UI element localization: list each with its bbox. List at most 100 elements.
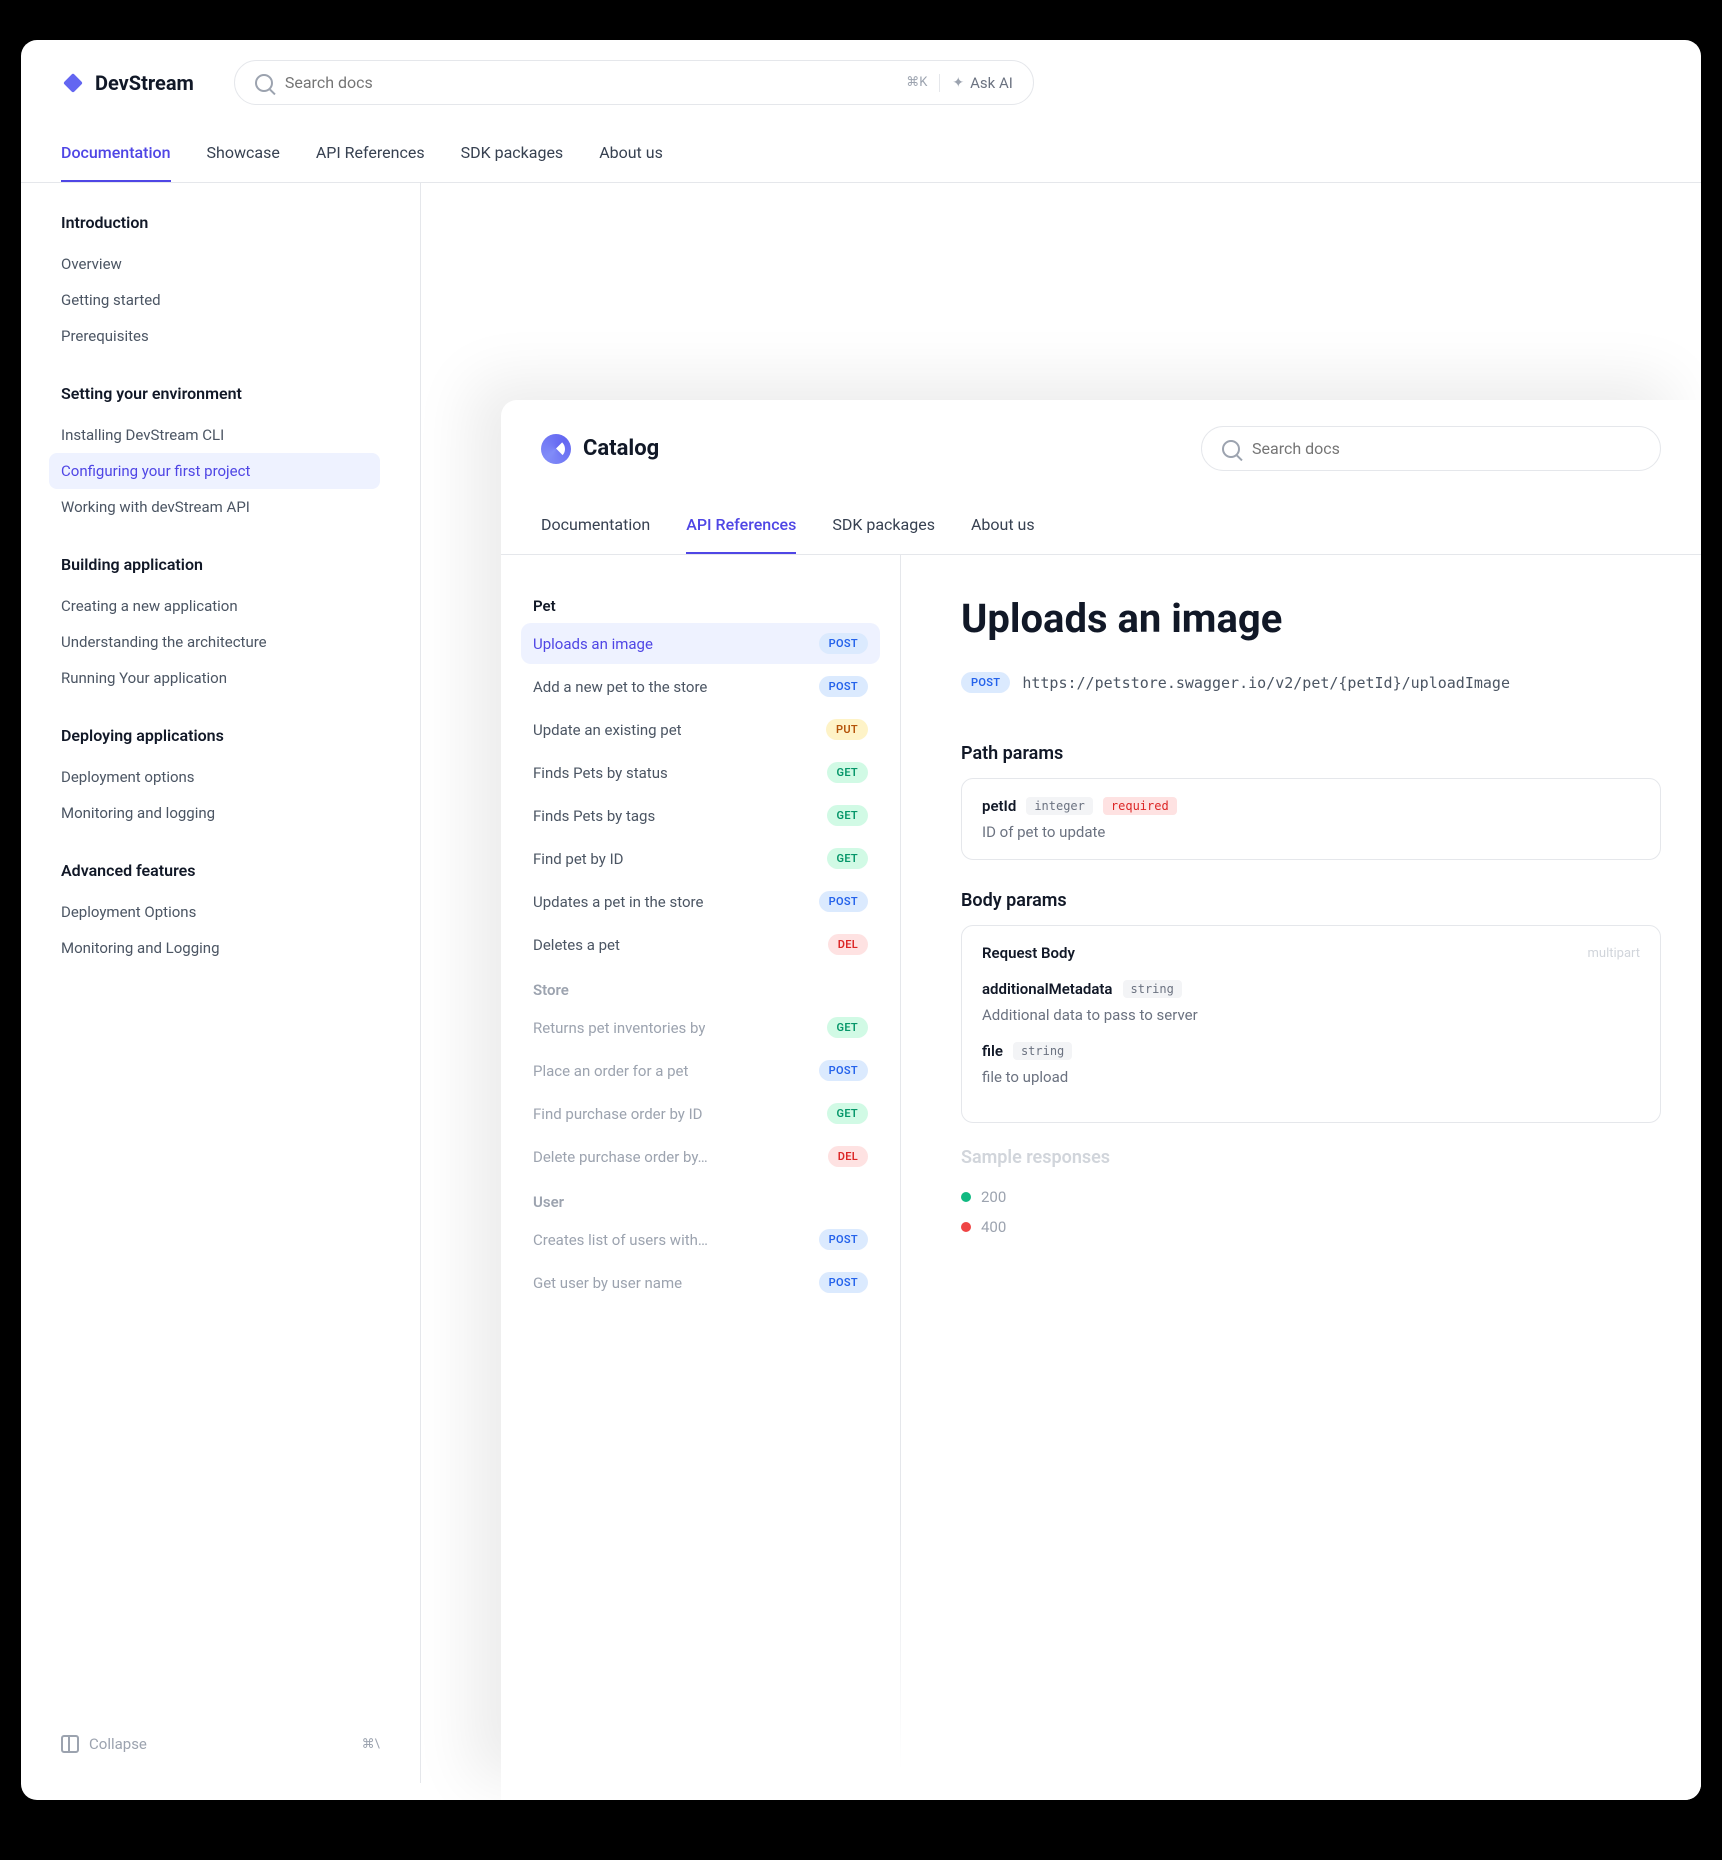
catalog-tab-api-references[interactable]: API References (686, 497, 796, 554)
sidebar-item[interactable]: Installing DevStream CLI (49, 417, 380, 453)
api-endpoint-label: Place an order for a pet (533, 1062, 688, 1080)
status-dot-icon (961, 1222, 971, 1232)
api-endpoint-item[interactable]: Find purchase order by IDGET (521, 1093, 880, 1134)
collapse-label: Collapse (89, 1735, 147, 1753)
response-code: 400 (981, 1218, 1006, 1236)
api-endpoint-label: Update an existing pet (533, 721, 682, 739)
param-type: string (1123, 980, 1182, 998)
api-endpoint-item[interactable]: Returns pet inventories byGET (521, 1007, 880, 1048)
api-endpoint-item[interactable]: Creates list of users with…POST (521, 1219, 880, 1260)
api-section-title: User (521, 1185, 880, 1219)
api-endpoint-item[interactable]: Update an existing pet PUT (521, 709, 880, 750)
sidebar-heading: Deploying applications (61, 726, 380, 745)
param-desc: Additional data to pass to server (982, 1006, 1640, 1024)
api-endpoint-item[interactable]: Add a new pet to the storePOST (521, 666, 880, 707)
tab-sdk-packages[interactable]: SDK packages (461, 125, 564, 182)
api-sidebar: PetUploads an imagePOSTAdd a new pet to … (501, 555, 901, 1800)
method-badge: DEL (828, 934, 868, 955)
content-type: multipart (1588, 946, 1641, 961)
method-badge: POST (819, 1229, 868, 1250)
sidebar-item[interactable]: Deployment Options (49, 894, 380, 930)
catalog-tabs: Documentation API References SDK packages A… (501, 497, 1701, 555)
tab-api-references[interactable]: API References (316, 125, 425, 182)
catalog-search[interactable] (1201, 426, 1661, 471)
ask-ai-button[interactable]: ✦ Ask AI (952, 74, 1012, 92)
method-badge: DEL (828, 1146, 868, 1167)
method-badge: GET (827, 762, 868, 783)
sidebar-item[interactable]: Prerequisites (49, 318, 380, 354)
method-badge: PUT (826, 719, 868, 740)
api-endpoint-item[interactable]: Find pet by IDGET (521, 838, 880, 879)
devstream-logo-icon (61, 71, 85, 95)
sidebar-item[interactable]: Understanding the architecture (49, 624, 380, 660)
tab-about-us[interactable]: About us (599, 125, 663, 182)
collapse-button[interactable]: Collapse (61, 1735, 147, 1753)
api-endpoint-item[interactable]: Updates a pet in the storePOST (521, 881, 880, 922)
sidebar-item[interactable]: Running Your application (49, 660, 380, 696)
api-endpoint-label: Get user by user name (533, 1274, 682, 1292)
logo[interactable]: DevStream (61, 71, 194, 95)
api-endpoint-item[interactable]: Deletes a petDEL (521, 924, 880, 965)
response-item[interactable]: 200 (961, 1182, 1661, 1212)
sidebar-item[interactable]: Getting started (49, 282, 380, 318)
sidebar-section: Deploying applicationsDeployment options… (61, 726, 380, 831)
collapse-kbd: ⌘\ (362, 1737, 380, 1752)
method-badge: POST (819, 1272, 868, 1293)
param-desc: file to upload (982, 1068, 1640, 1086)
catalog-tab-sdk-packages[interactable]: SDK packages (832, 497, 935, 554)
tab-documentation[interactable]: Documentation (61, 125, 171, 182)
catalog-panel: Catalog Documentation API References SDK p… (501, 400, 1701, 1800)
sidebar-item[interactable]: Deployment options (49, 759, 380, 795)
api-endpoint-label: Uploads an image (533, 635, 653, 653)
brand-name: DevStream (95, 71, 194, 95)
search-bar[interactable]: ⌘K ✦ Ask AI (234, 60, 1034, 105)
sample-responses-heading: Sample responses (961, 1147, 1661, 1168)
request-body-label: Request Body (982, 944, 1075, 962)
endpoint-url: https://petstore.swagger.io/v2/pet/{petI… (1022, 674, 1510, 692)
catalog-search-input[interactable] (1252, 439, 1640, 458)
sidebar-item[interactable]: Working with devStream API (49, 489, 380, 525)
sidebar-heading: Setting your environment (61, 384, 380, 403)
app-window: DevStream ⌘K ✦ Ask AI Documentation Showc… (21, 40, 1701, 1800)
api-endpoint-item[interactable]: Place an order for a pet POST (521, 1050, 880, 1091)
api-endpoint-item[interactable]: Uploads an imagePOST (521, 623, 880, 664)
top-tabs: Documentation Showcase API References SDK p… (21, 125, 1701, 183)
api-endpoint-label: Returns pet inventories by (533, 1019, 705, 1037)
required-badge: required (1103, 797, 1177, 815)
api-endpoint-item[interactable]: Get user by user name POST (521, 1262, 880, 1303)
sidebar-item[interactable]: Monitoring and logging (49, 795, 380, 831)
sidebar-section: Advanced featuresDeployment OptionsMonit… (61, 861, 380, 966)
search-icon (1222, 440, 1240, 458)
catalog-tab-about-us[interactable]: About us (971, 497, 1035, 554)
api-endpoint-item[interactable]: Finds Pets by statusGET (521, 752, 880, 793)
sidebar-item[interactable]: Creating a new application (49, 588, 380, 624)
status-dot-icon (961, 1192, 971, 1202)
path-param-box: petId integer required ID of pet to upda… (961, 778, 1661, 860)
method-badge: GET (827, 848, 868, 869)
sidebar-item[interactable]: Overview (49, 246, 380, 282)
api-endpoint-label: Finds Pets by tags (533, 807, 655, 825)
search-kbd: ⌘K (906, 75, 927, 90)
sparkle-icon: ✦ (952, 75, 964, 91)
catalog-header: Catalog (501, 400, 1701, 497)
divider (939, 74, 940, 92)
collapse-row: Collapse ⌘\ (61, 1715, 380, 1753)
api-endpoint-item[interactable]: Delete purchase order by…DEL (521, 1136, 880, 1177)
method-badge: POST (819, 1060, 868, 1081)
sidebar-item[interactable]: Configuring your first project (49, 453, 380, 489)
search-input[interactable] (285, 73, 894, 92)
path-params-heading: Path params (961, 743, 1661, 764)
tab-showcase[interactable]: Showcase (207, 125, 280, 182)
method-badge: POST (819, 891, 868, 912)
sidebar-item[interactable]: Monitoring and Logging (49, 930, 380, 966)
api-endpoint-item[interactable]: Finds Pets by tags GET (521, 795, 880, 836)
catalog-logo-icon (541, 434, 571, 464)
sidebar-section: Setting your environmentInstalling DevSt… (61, 384, 380, 525)
catalog-logo[interactable]: Catalog (541, 434, 659, 464)
catalog-tab-documentation[interactable]: Documentation (541, 497, 650, 554)
method-badge: GET (827, 805, 868, 826)
search-icon (255, 74, 273, 92)
sidebar: IntroductionOverviewGetting startedPrere… (21, 183, 421, 1783)
response-item[interactable]: 400 (961, 1212, 1661, 1242)
body-param: file string file to upload (982, 1042, 1640, 1086)
